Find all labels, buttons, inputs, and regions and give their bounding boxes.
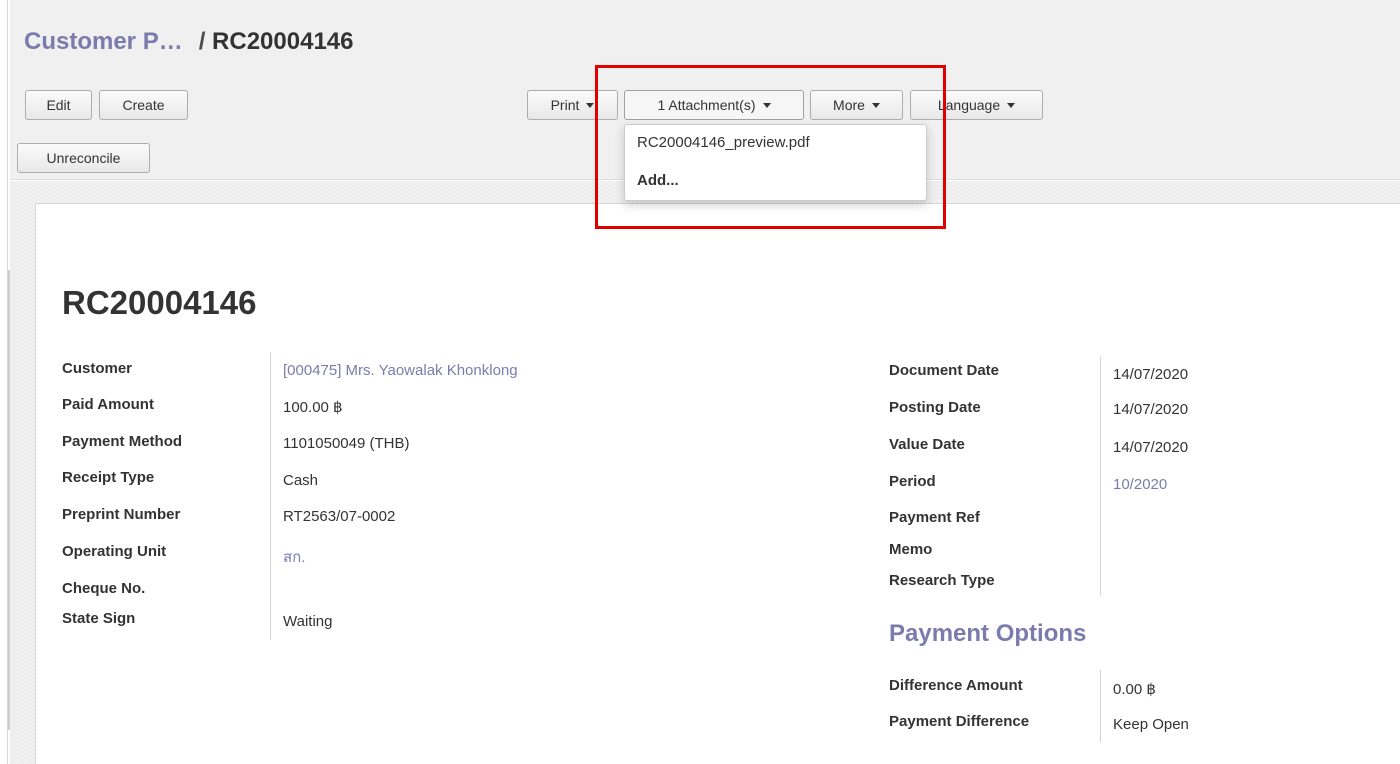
cheque-no-label: Cheque No. <box>62 580 146 597</box>
breadcrumb-separator: / <box>198 28 206 55</box>
field-separator <box>270 352 271 640</box>
difference-amount-value: 0.00 ฿ <box>1113 681 1156 698</box>
paid-amount-value: 100.00 ฿ <box>283 399 343 416</box>
paid-amount-label: Paid Amount <box>62 396 154 413</box>
add-attachment-item[interactable]: Add... <box>637 172 679 189</box>
breadcrumb-current: RC20004146 <box>212 28 354 55</box>
state-sign-label: State Sign <box>62 610 136 627</box>
payment-method-label: Payment Method <box>62 433 183 450</box>
payment-ref-label: Payment Ref <box>889 509 980 526</box>
unreconcile-button[interactable]: Unreconcile <box>17 143 150 173</box>
memo-label: Memo <box>889 541 933 558</box>
caret-down-icon <box>586 102 595 108</box>
field-separator <box>1100 356 1101 596</box>
customer-label: Customer <box>62 360 133 377</box>
period-label: Period <box>889 473 936 490</box>
value-date-value: 14/07/2020 <box>1113 439 1189 456</box>
language-label: Language <box>937 97 1001 113</box>
attachment-item-preview-pdf[interactable]: RC20004146_preview.pdf <box>637 134 810 151</box>
period-link[interactable]: 10/2020 <box>1113 476 1167 493</box>
print-label: Print <box>550 97 580 113</box>
document-date-label: Document Date <box>889 362 1000 379</box>
create-button[interactable]: Create <box>99 90 188 120</box>
payment-options-heading: Payment Options <box>889 620 1087 647</box>
payment-difference-label: Payment Difference <box>889 713 1030 730</box>
language-dropdown-button[interactable]: Language <box>910 90 1043 120</box>
more-dropdown-button[interactable]: More <box>810 90 903 120</box>
difference-amount-label: Difference Amount <box>889 677 1023 694</box>
research-type-label: Research Type <box>889 572 995 589</box>
print-dropdown-button[interactable]: Print <box>527 90 618 120</box>
customer-link[interactable]: [000475] Mrs. Yaowalak Khonklong <box>283 362 518 379</box>
edit-button[interactable]: Edit <box>25 90 92 120</box>
receipt-type-value: Cash <box>283 472 319 489</box>
field-separator <box>1100 670 1101 742</box>
preprint-number-label: Preprint Number <box>62 506 181 523</box>
preprint-number-value: RT2563/07-0002 <box>283 508 396 525</box>
payment-difference-value: Keep Open <box>1113 716 1189 733</box>
posting-date-label: Posting Date <box>889 399 981 416</box>
posting-date-value: 14/07/2020 <box>1113 401 1189 418</box>
receipt-type-label: Receipt Type <box>62 469 155 486</box>
value-date-label: Value Date <box>889 436 965 453</box>
operating-unit-link[interactable]: สก. <box>283 545 305 569</box>
breadcrumb-parent-link[interactable]: Customer P… <box>24 28 183 55</box>
caret-down-icon <box>871 102 880 108</box>
attachments-label: 1 Attachment(s) <box>657 97 756 113</box>
left-border <box>0 0 8 764</box>
attachments-dropdown-button[interactable]: 1 Attachment(s) <box>624 90 804 120</box>
document-date-value: 14/07/2020 <box>1113 366 1189 383</box>
state-sign-value: Waiting <box>283 613 333 630</box>
document-title: RC20004146 <box>62 284 257 321</box>
caret-down-icon <box>1007 102 1016 108</box>
caret-down-icon <box>762 102 771 108</box>
operating-unit-label: Operating Unit <box>62 543 167 560</box>
payment-method-value: 1101050049 (THB) <box>283 435 410 452</box>
more-label: More <box>833 97 865 113</box>
attachments-dropdown-menu: RC20004146_preview.pdf Add... <box>624 124 927 201</box>
breadcrumb: Customer P… / RC20004146 <box>24 28 354 56</box>
